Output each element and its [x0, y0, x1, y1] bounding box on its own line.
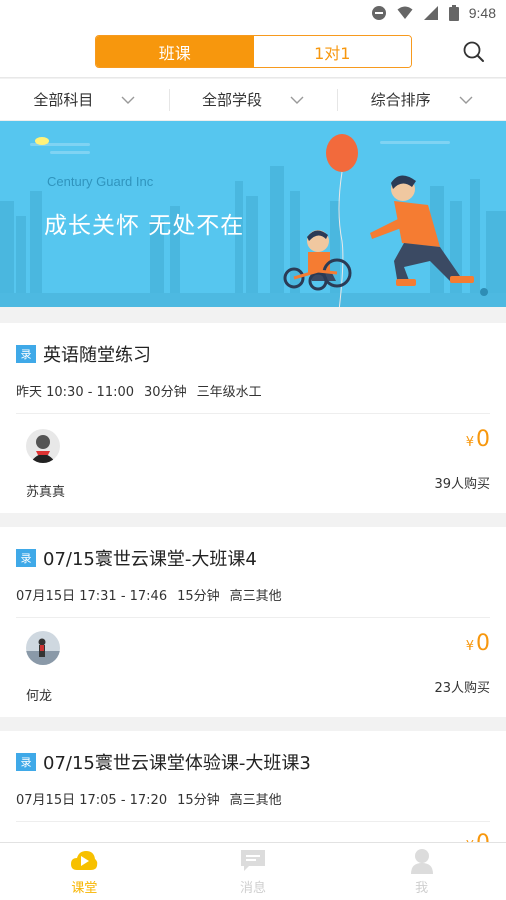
- course-time: 07月15日 17:31 - 17:46: [16, 589, 168, 604]
- play-cloud-icon: [71, 850, 98, 870]
- divider: [16, 413, 490, 414]
- course-price: ¥ 0: [466, 831, 490, 842]
- course-meta: 昨天 10:30 - 11:00 30分钟 三年级水工: [16, 381, 262, 400]
- course-card[interactable]: 录 07/15寰世云课堂-大班课4 07月15日 17:31 - 17:46 1…: [0, 527, 506, 717]
- course-duration: 30分钟: [144, 385, 187, 400]
- teacher-avatar[interactable]: [26, 631, 60, 665]
- wifi-icon: [397, 6, 413, 19]
- course-card[interactable]: 录 07/15寰世云课堂体验课-大班课3 07月15日 17:05 - 17:2…: [0, 731, 506, 842]
- buyer-count: 23人购买: [434, 681, 490, 696]
- teacher-avatar[interactable]: [26, 429, 60, 463]
- course-title: 英语随堂练习: [43, 345, 151, 366]
- recorded-badge: 录: [16, 549, 36, 567]
- course-meta: 07月15日 17:31 - 17:46 15分钟 高三其他: [16, 585, 282, 604]
- course-header: 录 07/15寰世云课堂体验课-大班课3: [16, 749, 311, 775]
- course-header: 录 07/15寰世云课堂-大班课4: [16, 545, 257, 571]
- course-grade: 高三其他: [229, 589, 282, 604]
- signal-icon: [423, 6, 438, 20]
- filter-bar: 全部科目 全部学段 综合排序: [0, 79, 506, 121]
- search-icon[interactable]: [462, 40, 486, 64]
- filter-stage-label: 全部学段: [202, 91, 263, 109]
- nav-messages-label: 消息: [240, 880, 267, 896]
- banner-company: Century Guard Inc: [47, 174, 154, 189]
- course-duration: 15分钟: [177, 589, 220, 604]
- course-price: ¥ 0: [466, 427, 490, 452]
- course-grade: 三年级水工: [196, 385, 262, 400]
- banner-slogan: 成长关怀 无处不在: [44, 213, 245, 239]
- filter-sort-label: 综合排序: [370, 91, 431, 109]
- filter-stage[interactable]: 全部学段: [168, 79, 338, 120]
- top-header: 班课 1对1: [0, 26, 506, 78]
- buyer-count: 39人购买: [434, 477, 490, 492]
- chevron-down-icon: [290, 96, 304, 104]
- currency-symbol: ¥: [465, 435, 474, 450]
- nav-me-label: 我: [415, 880, 429, 896]
- bottom-nav: 课堂 消息 我: [0, 842, 506, 900]
- price-amount: 0: [476, 427, 490, 452]
- divider: [16, 617, 490, 618]
- do-not-disturb-icon: [371, 6, 386, 20]
- status-bar: 9:48: [0, 0, 506, 26]
- tab-class[interactable]: 班课: [96, 36, 254, 67]
- currency-symbol: ¥: [465, 639, 474, 654]
- nav-classroom-label: 课堂: [71, 880, 98, 896]
- teacher-name: 苏真真: [26, 485, 66, 500]
- user-icon: [410, 848, 433, 874]
- nav-classroom[interactable]: 课堂: [0, 843, 169, 900]
- course-title: 07/15寰世云课堂体验课-大班课3: [43, 753, 311, 774]
- price-amount: 0: [476, 831, 490, 842]
- chevron-down-icon: [459, 96, 473, 104]
- filter-subject[interactable]: 全部科目: [0, 79, 169, 120]
- recorded-badge: 录: [16, 345, 36, 363]
- class-type-switch: 班课 1对1: [95, 35, 412, 68]
- price-amount: 0: [476, 631, 490, 656]
- course-meta: 07月15日 17:05 - 17:20 15分钟 高三其他: [16, 789, 282, 808]
- filter-subject-label: 全部科目: [33, 91, 94, 109]
- course-time: 昨天 10:30 - 11:00: [16, 385, 135, 400]
- recorded-badge: 录: [16, 753, 36, 771]
- course-title: 07/15寰世云课堂-大班课4: [43, 549, 257, 570]
- course-card[interactable]: 录 英语随堂练习 昨天 10:30 - 11:00 30分钟 三年级水工 苏真真…: [0, 323, 506, 513]
- promo-banner[interactable]: Century Guard Inc 成长关怀 无处不在: [0, 121, 506, 307]
- status-time: 9:48: [468, 5, 496, 21]
- course-grade: 高三其他: [229, 793, 282, 808]
- teacher-name: 何龙: [26, 689, 53, 704]
- nav-messages[interactable]: 消息: [169, 843, 338, 900]
- course-price: ¥ 0: [466, 631, 490, 656]
- nav-me[interactable]: 我: [337, 843, 506, 900]
- course-header: 录 英语随堂练习: [16, 341, 151, 367]
- divider: [16, 821, 490, 822]
- filter-sort[interactable]: 综合排序: [337, 79, 506, 120]
- tab-one-on-one[interactable]: 1对1: [253, 36, 411, 67]
- message-icon: [241, 849, 265, 871]
- chevron-down-icon: [121, 96, 135, 104]
- course-duration: 15分钟: [177, 793, 220, 808]
- course-time: 07月15日 17:05 - 17:20: [16, 793, 168, 808]
- battery-icon: [448, 5, 459, 21]
